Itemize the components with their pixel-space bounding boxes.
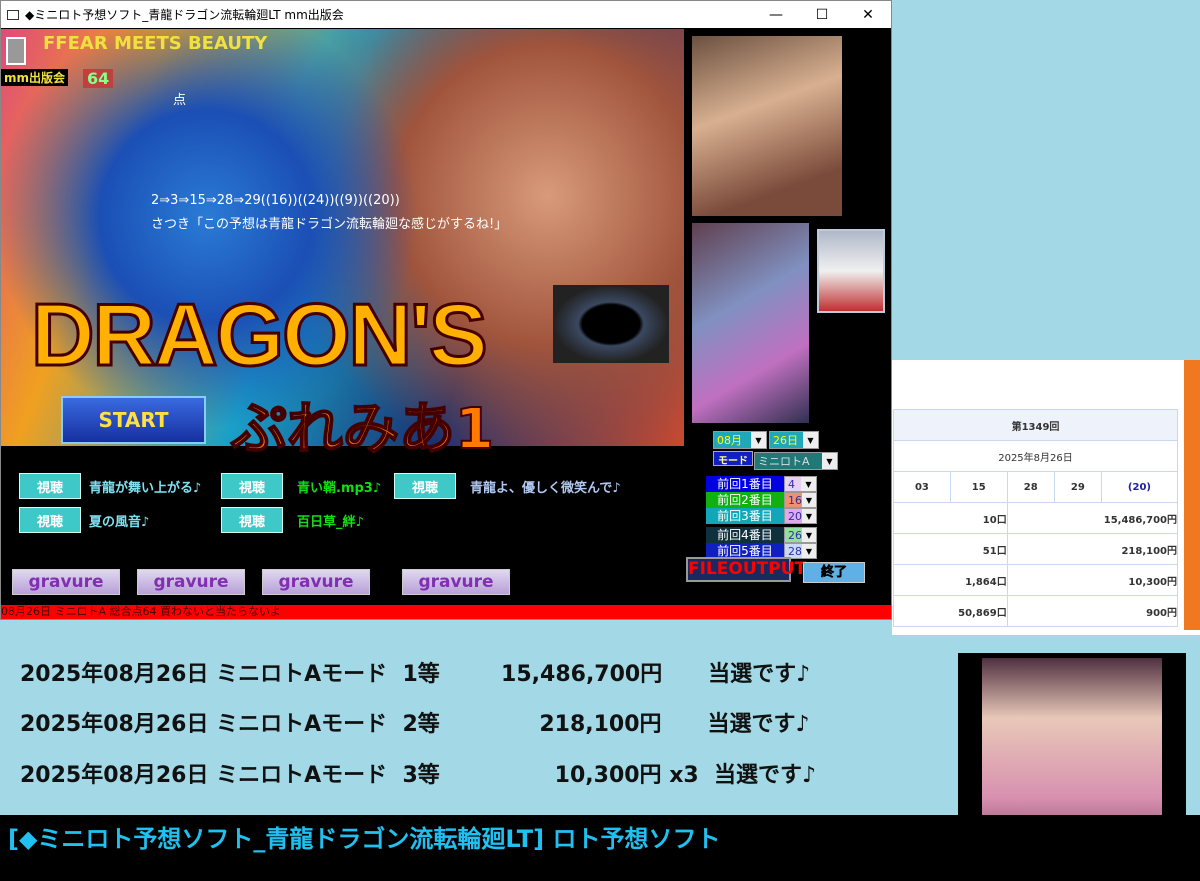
listen-button[interactable]: 視聴 <box>19 507 81 533</box>
bonus-cell: (20) <box>1100 471 1179 503</box>
result-line: 2025年08月26日 ミニロトAモード 3等 10,300円 x3 当選です♪ <box>20 763 817 788</box>
minimize-button[interactable]: — <box>753 1 799 28</box>
exit-button[interactable]: 終了 <box>803 562 865 583</box>
count-cell: 10口 <box>893 502 1008 534</box>
result-line: 2025年08月26日 ミニロトAモード 1等 15,486,700円 当選です… <box>20 662 811 687</box>
portal-image <box>553 285 669 363</box>
chevron-down-icon: ▼ <box>802 544 816 558</box>
gravure-button[interactable]: gravure <box>137 569 245 595</box>
mode-select[interactable]: ミニロトA ▼ <box>754 452 838 470</box>
previous-label: 前回2番目 <box>706 492 784 508</box>
previous-number-select[interactable]: 20 ▼ <box>784 508 817 524</box>
previous-number-row: 前回2番目 16 ▼ <box>706 492 817 508</box>
chevron-down-icon: ▼ <box>802 509 816 523</box>
start-button[interactable]: START <box>61 396 206 444</box>
chevron-down-icon: ▼ <box>801 477 816 491</box>
previous-number-select[interactable]: 26 ▼ <box>784 527 817 543</box>
prize-cell: 15,486,700円 <box>1006 502 1179 534</box>
prize-cell: 900円 <box>1006 595 1179 627</box>
logo-sub: ぷれみあ1 <box>230 396 495 463</box>
status-bar: 08月26日 ミニロトA 総合点64 買わないと当たらないよ <box>1 605 891 619</box>
gravure-button[interactable]: gravure <box>12 569 120 595</box>
title-bar: ◆ミニロト予想ソフト_青龍ドラゴン流転輪廻LT mm出版会 — ☐ ✕ <box>1 1 891 28</box>
window-title: ◆ミニロト予想ソフト_青龍ドラゴン流転輪廻LT mm出版会 <box>25 8 344 22</box>
count-cell: 1,864口 <box>893 564 1008 596</box>
previous-number-select[interactable]: 4 ▼ <box>784 476 817 492</box>
month-select[interactable]: 08月 ▼ <box>713 431 767 449</box>
score-unit: 点 <box>173 93 187 108</box>
footer-bar: [◆ミニロト予想ソフト_青龍ドラゴン流転輪廻LT] ロト予想ソフト <box>0 815 1200 881</box>
previous-label: 前回3番目 <box>706 508 784 524</box>
song-title: 青い鞘.mp3♪ <box>297 480 382 496</box>
previous-number-row: 前回3番目 20 ▼ <box>706 508 817 524</box>
chevron-down-icon: ▼ <box>802 528 816 542</box>
song-item: 視聴 青龍よ、優しく微笑んで♪ <box>394 473 621 499</box>
lottery-result-table: 第1349回 2025年8月26日 03 15 28 29 (20) 10口 15,486… <box>893 409 1179 627</box>
previous-number-select[interactable]: 16 ▼ <box>784 492 817 508</box>
app-window: ◆ミニロト予想ソフト_青龍ドラゴン流転輪廻LT mm出版会 — ☐ ✕ FFEA… <box>0 0 892 620</box>
model-photo-1[interactable] <box>692 36 842 216</box>
file-output-button[interactable]: FILEOUTPUT <box>686 557 806 582</box>
listen-button[interactable]: 視聴 <box>19 473 81 499</box>
count-cell: 51口 <box>893 533 1008 565</box>
round-cell: 第1349回 <box>893 409 1178 441</box>
chevron-down-icon: ▼ <box>751 432 766 448</box>
number-cell: 28 <box>1006 471 1055 503</box>
number-cell: 29 <box>1053 471 1102 503</box>
prediction-comment: さつき「この予想は青龍ドラゴン流転輪廻な感じがするね!」 <box>151 217 508 232</box>
number-cell: 15 <box>949 471 1008 503</box>
app-icon <box>7 9 19 20</box>
listen-button[interactable]: 視聴 <box>221 507 283 533</box>
prize-cell: 218,100円 <box>1006 533 1179 565</box>
song-item: 視聴 夏の風音♪ <box>19 507 149 533</box>
song-title: 百日草_絆♪ <box>297 514 364 530</box>
browser-sidebar-strip <box>1184 360 1200 630</box>
song-title: 夏の風音♪ <box>89 514 150 530</box>
chevron-down-icon: ▼ <box>822 453 837 469</box>
hero-image: FFEAR MEETS BEAUTY mm出版会 64 点 2⇒3⇒15⇒28⇒… <box>1 29 684 463</box>
listen-button[interactable]: 視聴 <box>394 473 456 499</box>
close-button[interactable]: ✕ <box>845 1 891 28</box>
date-cell: 2025年8月26日 <box>893 440 1178 472</box>
previous-numbers: 前回1番目 4 ▼ 前回2番目 16 ▼ 前回3番目 20 ▼ 前回4番目 26 ▼ 前回5番目 28 ▼ <box>706 476 817 559</box>
day-select[interactable]: 26日 ▼ <box>769 431 819 449</box>
maximize-button[interactable]: ☐ <box>799 1 845 28</box>
result-line: 2025年08月26日 ミニロトAモード 2等 218,100円 当選です♪ <box>20 712 810 737</box>
publisher-label: mm出版会 <box>1 69 69 86</box>
chevron-down-icon: ▼ <box>803 432 818 448</box>
prize-cell: 10,300円 <box>1006 564 1179 596</box>
song-title: 青龍よ、優しく微笑んで♪ <box>470 480 621 496</box>
mode-label: モード <box>713 451 753 467</box>
gravure-button[interactable]: gravure <box>262 569 370 595</box>
statue-icon <box>6 37 26 65</box>
song-item: 視聴 百日草_絆♪ <box>221 507 364 533</box>
previous-number-row: 前回1番目 4 ▼ <box>706 476 817 492</box>
song-item: 視聴 青い鞘.mp3♪ <box>221 473 381 499</box>
gravure-button[interactable]: gravure <box>402 569 510 595</box>
tagline: FFEAR MEETS BEAUTY <box>43 33 268 54</box>
previous-number-row: 前回4番目 26 ▼ <box>706 527 817 543</box>
logo-main: DRAGON'S <box>30 284 490 386</box>
number-cell: 03 <box>893 471 951 503</box>
song-item: 視聴 青龍が舞い上がる♪ <box>19 473 201 499</box>
listen-button[interactable]: 視聴 <box>221 473 283 499</box>
song-title: 青龍が舞い上がる♪ <box>89 480 202 496</box>
prediction-sequence: 2⇒3⇒15⇒28⇒29((16))((24))((9))((20)) <box>151 193 400 208</box>
count-cell: 50,869口 <box>893 595 1008 627</box>
footer-title: [◆ミニロト予想ソフト_青龍ドラゴン流転輪廻LT] ロト予想ソフト <box>8 825 721 853</box>
emblem-image[interactable] <box>817 229 885 313</box>
previous-label: 前回4番目 <box>706 527 784 543</box>
score-display: 64 <box>83 69 114 88</box>
previous-label: 前回1番目 <box>706 476 784 492</box>
chevron-down-icon: ▼ <box>802 493 816 507</box>
model-photo-2[interactable] <box>692 223 809 423</box>
